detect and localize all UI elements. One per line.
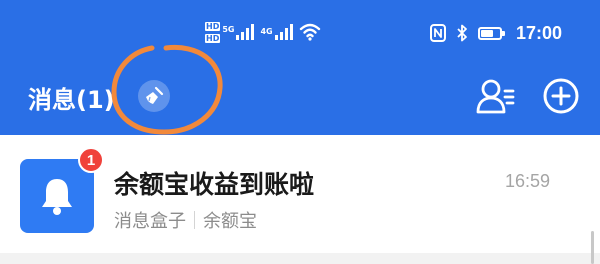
bluetooth-icon: [457, 24, 467, 42]
message-category: 余额宝: [203, 211, 257, 232]
system-status: 17:00: [429, 20, 562, 46]
network-gen-label: 4G: [260, 27, 273, 36]
list-item[interactable]: 1 余额宝收益到账啦 消息盒子 余额宝 16:59: [0, 135, 600, 250]
scrollbar[interactable]: [591, 231, 594, 264]
message-title: 余额宝收益到账啦: [114, 170, 315, 199]
status-time: 17:00: [515, 22, 562, 43]
network-status: HD HD 5G 4G: [205, 14, 321, 50]
message-time: 16:59: [504, 171, 550, 191]
wifi-icon: [299, 23, 320, 41]
hd-label: HD: [205, 21, 221, 31]
bell-icon: [42, 179, 72, 215]
nfc-icon: [429, 24, 446, 42]
contacts-icon: [476, 79, 515, 114]
add-icon: [543, 78, 579, 114]
hd-label: HD: [205, 33, 221, 43]
unread-badge: 1: [78, 147, 104, 173]
contacts-button[interactable]: [474, 76, 516, 116]
list-divider: [0, 253, 600, 264]
message-source: 消息盒子: [114, 211, 186, 232]
battery-icon: [477, 26, 505, 40]
header-bar: HD HD 5G 4G 17:00 消息(1): [0, 0, 600, 135]
divider: [194, 211, 195, 229]
signal-icon: [274, 24, 293, 40]
signal-icon: [236, 24, 255, 40]
message-list: 1 余额宝收益到账啦 消息盒子 余额宝 16:59: [0, 135, 600, 264]
add-button[interactable]: [541, 76, 581, 116]
app-screen: HD HD 5G 4G 17:00 消息(1) 1 余额宝收益到账啦 消息盒子 …: [0, 0, 600, 264]
message-subtitle: 消息盒子 余额宝: [114, 207, 257, 233]
sim2-signal: 4G: [260, 24, 293, 40]
sim1-signal: HD HD 5G: [205, 21, 255, 43]
clean-unread-button[interactable]: [138, 80, 170, 112]
network-gen-label: 5G: [222, 24, 235, 34]
clean-broom-icon: [146, 86, 164, 104]
page-title: 消息(1): [28, 86, 115, 114]
